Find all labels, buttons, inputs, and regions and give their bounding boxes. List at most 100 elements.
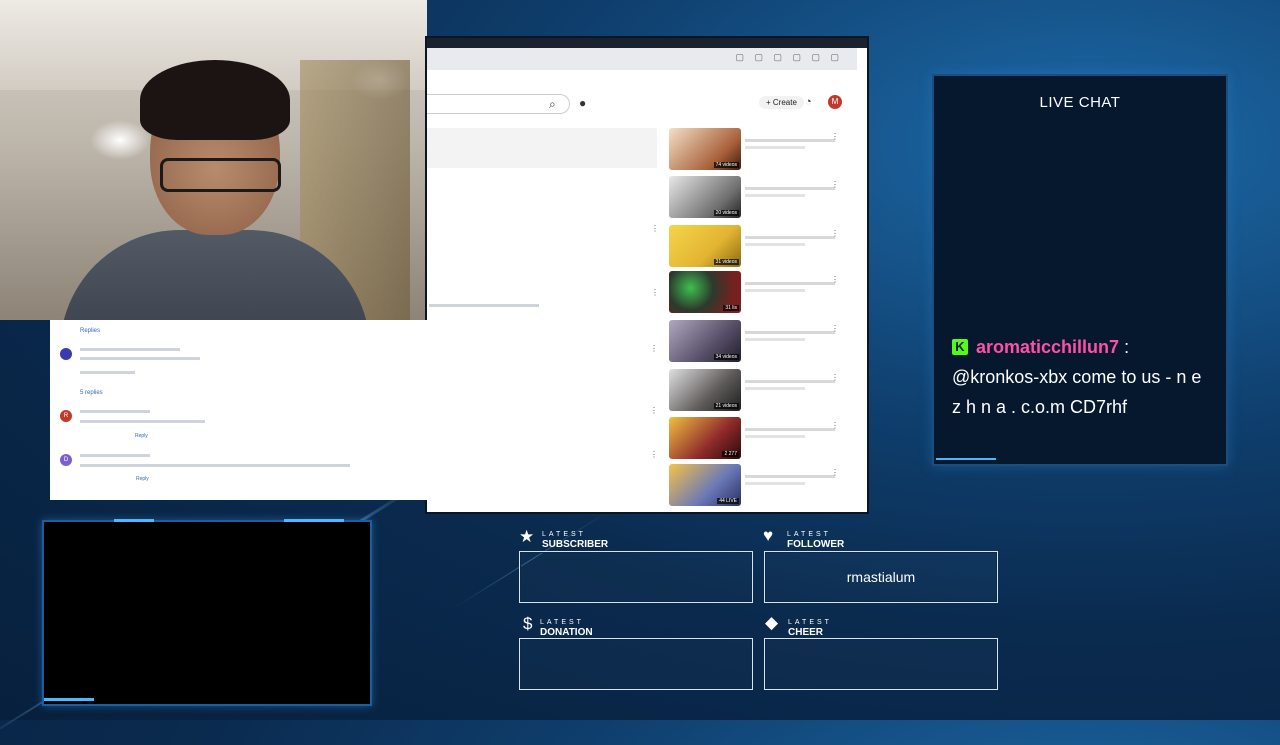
kebab-icon[interactable]: ⋮ <box>831 275 839 284</box>
mic-icon[interactable]: ● <box>579 96 586 110</box>
avatar[interactable]: M <box>828 95 842 109</box>
list-item[interactable]: 2 277 ⋮ <box>669 417 859 461</box>
comment-text <box>80 420 205 423</box>
kebab-icon[interactable]: ⋮ <box>651 288 659 297</box>
avatar[interactable] <box>60 348 72 360</box>
playlist-meta <box>745 146 805 149</box>
playlist-meta <box>745 387 805 390</box>
comment-author <box>80 410 150 413</box>
reply-button[interactable]: Reply <box>136 476 149 482</box>
kebab-icon[interactable]: ⋮ <box>831 421 839 430</box>
playlist-thumbnail: 44 LIVE <box>669 464 741 506</box>
playlist-count-badge: 34 videos <box>713 354 739 360</box>
playlist-title <box>745 428 835 431</box>
playlist-meta <box>745 243 805 246</box>
chat-accent-line <box>936 458 996 460</box>
reply-button[interactable]: Reply <box>135 433 148 439</box>
latest-follower-label: LATEST FOLLOWER <box>787 530 844 550</box>
replies-toggle[interactable]: Replies <box>80 328 100 334</box>
list-item[interactable]: 74 videos ⋮ <box>669 128 859 172</box>
star-icon: ★ <box>519 527 535 546</box>
browser-tab-bar: ▢ ▢ ▢ ▢ ▢ ▢ <box>427 48 857 70</box>
playlist-thumbnail: 31 videos <box>669 225 741 267</box>
playlist-title <box>745 282 835 285</box>
list-item[interactable]: 34 videos ⋮ <box>669 320 859 364</box>
playlist-thumbnail: 74 videos <box>669 128 741 170</box>
latest-follower-label-bottom: FOLLOWER <box>787 539 845 550</box>
latest-donation-value <box>520 639 752 689</box>
latest-subscriber-box <box>519 551 753 603</box>
playlist-thumbnail: 20 videos <box>669 176 741 218</box>
list-item[interactable]: 31 lis ⋮ <box>669 271 859 315</box>
playlist-title <box>745 236 835 239</box>
playlist-title <box>745 475 835 478</box>
playlist-thumbnail: 31 lis <box>669 271 741 313</box>
list-item[interactable]: 21 videos ⋮ <box>669 369 859 413</box>
youtube-header: ⌕ ● + Create ◔ M <box>427 84 857 124</box>
chat-separator: : <box>1124 337 1130 357</box>
latest-donation-box <box>519 638 753 690</box>
playlist-title <box>745 187 835 190</box>
diamond-icon: ◆ <box>765 613 779 632</box>
playlist-meta <box>745 482 805 485</box>
chat-message-text: @kronkos-xbx come to us - n e z h n a . … <box>952 367 1202 417</box>
kebab-icon[interactable]: ⋮ <box>651 224 659 233</box>
kebab-icon[interactable]: ⋮ <box>650 406 658 415</box>
frame-accent <box>114 519 154 522</box>
comment-text <box>80 464 350 467</box>
playlist-count-badge: 21 videos <box>713 403 739 409</box>
avatar[interactable]: D <box>60 454 72 466</box>
latest-subscriber-label-bottom: SUBSCRIBER <box>542 539 609 550</box>
comment-text <box>429 304 539 307</box>
latest-cheer-box <box>764 638 998 690</box>
playlist-meta <box>745 194 805 197</box>
latest-subscriber-label: LATEST SUBSCRIBER <box>542 530 608 550</box>
dollar-icon: $ <box>523 614 533 633</box>
latest-donation-label-bottom: DONATION <box>540 627 593 638</box>
playlist-meta <box>745 435 805 438</box>
search-icon[interactable]: ⌕ <box>549 97 556 112</box>
list-item[interactable]: 31 videos ⋮ <box>669 225 859 269</box>
playlist-count-badge: 31 videos <box>713 259 739 265</box>
kebab-icon[interactable]: ⋮ <box>831 324 839 333</box>
playlist-count-badge: 44 LIVE <box>717 498 739 504</box>
kebab-icon[interactable]: ⋮ <box>831 468 839 477</box>
kebab-icon[interactable]: ⋮ <box>831 373 839 382</box>
chat-username: aromaticchillun7 <box>976 337 1120 357</box>
frame-accent <box>284 519 344 522</box>
kebab-icon[interactable]: ⋮ <box>650 450 658 459</box>
playlist-title <box>745 380 835 383</box>
playlist-count-badge: 20 videos <box>713 210 739 216</box>
kebab-icon[interactable]: ⋮ <box>831 229 839 238</box>
playlist-thumbnail: 21 videos <box>669 369 741 411</box>
kebab-icon[interactable]: ⋮ <box>831 132 839 141</box>
kick-icon: K <box>952 339 968 355</box>
avatar[interactable]: R <box>60 410 72 422</box>
replies-toggle[interactable]: 5 replies <box>80 390 103 396</box>
comment-sort-row <box>427 128 657 168</box>
comment-actions <box>80 371 135 374</box>
live-chat-panel: LIVE CHAT Karomaticchillun7 : @kronkos-x… <box>932 74 1228 466</box>
playlist-count-badge: 74 videos <box>713 162 739 168</box>
bell-icon[interactable]: ◔ <box>805 96 812 108</box>
person-glasses <box>160 158 281 192</box>
kebab-icon[interactable]: ⋮ <box>831 180 839 189</box>
playlist-thumbnail: 34 videos <box>669 320 741 362</box>
comment-author <box>80 348 180 351</box>
list-item[interactable]: 44 LIVE ⋮ <box>669 464 859 508</box>
create-button[interactable]: + Create <box>759 96 804 109</box>
browser-toolbar-icons: ▢ ▢ ▢ ▢ ▢ ▢ <box>735 52 843 62</box>
latest-cheer-label-bottom: CHEER <box>788 627 824 638</box>
heart-icon: ♥ <box>763 526 774 545</box>
latest-donation-label: LATEST DONATION <box>540 618 593 638</box>
latest-subscriber-value <box>520 552 752 602</box>
latest-cheer-value <box>765 639 997 689</box>
playlist-meta <box>745 289 805 292</box>
list-item[interactable]: 20 videos ⋮ <box>669 176 859 220</box>
live-chat-title: LIVE CHAT <box>1039 94 1121 111</box>
person-hair <box>140 60 290 140</box>
latest-follower-box: rmastialum <box>764 551 998 603</box>
webcam-feed <box>0 0 427 320</box>
playlist-title <box>745 331 835 334</box>
kebab-icon[interactable]: ⋮ <box>650 344 658 353</box>
